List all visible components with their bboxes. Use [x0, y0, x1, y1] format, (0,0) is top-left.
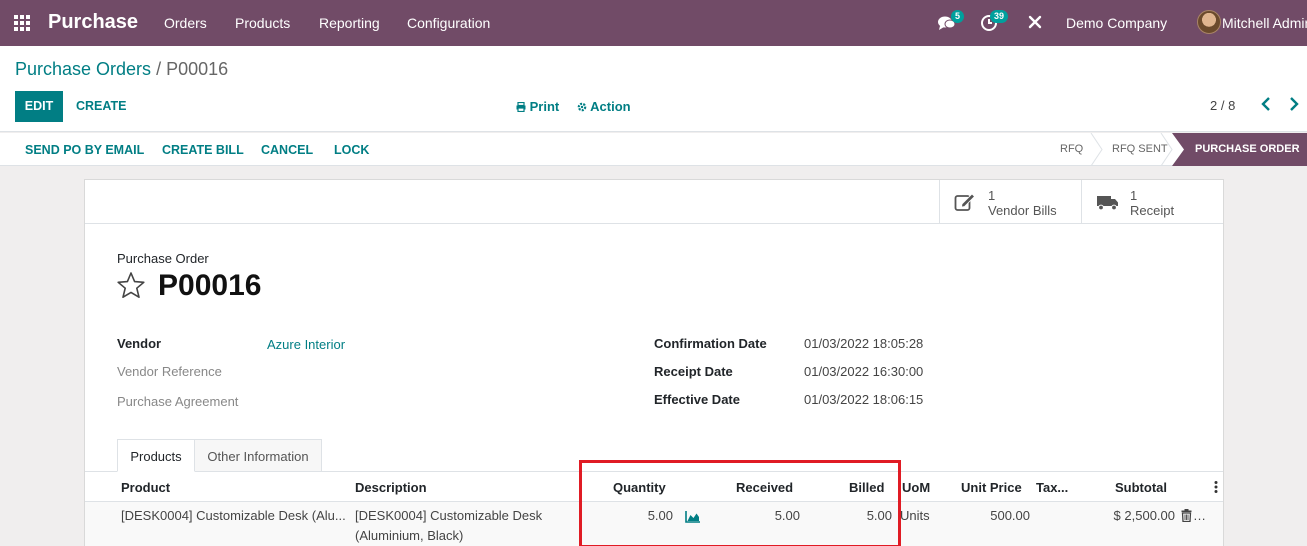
chevron-left-icon: [1261, 97, 1270, 111]
tab-products[interactable]: Products: [117, 439, 195, 472]
tools-icon: [1028, 15, 1042, 29]
messages-badge: 5: [951, 10, 965, 23]
menu-orders[interactable]: Orders: [164, 15, 207, 31]
column-uom[interactable]: UoM: [902, 480, 930, 495]
receipt-date-value: 01/03/2022 16:30:00: [804, 364, 924, 379]
stage-purchase-order[interactable]: PURCHASE ORDER: [1172, 133, 1307, 166]
vendor-link[interactable]: Azure Interior: [267, 337, 345, 352]
vendor-bills-label: Vendor Bills: [988, 203, 1057, 218]
pager-next-button[interactable]: [1289, 97, 1299, 115]
vendor-bills-smart-button[interactable]: 1 Vendor Bills: [939, 180, 1081, 224]
star-icon[interactable]: [116, 271, 146, 299]
app-name[interactable]: Purchase: [48, 11, 138, 34]
breadcrumb-current: P00016: [166, 59, 229, 79]
top-navbar: Purchase Orders Products Reporting Confi…: [0, 0, 1307, 46]
confirmation-date-label: Confirmation Date: [654, 336, 767, 351]
cancel-button[interactable]: CANCEL: [261, 143, 313, 157]
row-uom[interactable]: Units: [900, 508, 930, 523]
row-subtotal: $ 2,500.00: [1113, 508, 1175, 523]
column-unit-price[interactable]: Unit Price: [961, 480, 1022, 495]
user-avatar[interactable]: [1197, 10, 1221, 34]
menu-configuration[interactable]: Configuration: [407, 15, 490, 31]
purchase-agreement-label: Purchase Agreement: [117, 394, 239, 409]
breadcrumb-purchase-orders[interactable]: Purchase Orders: [15, 59, 151, 79]
confirmation-date-value: 01/03/2022 18:05:28: [804, 336, 924, 351]
company-switcher[interactable]: Demo Company: [1066, 15, 1167, 31]
create-bill-button[interactable]: CREATE BILL: [162, 143, 244, 157]
stage-rfq[interactable]: RFQ: [1060, 143, 1083, 155]
vendor-label: Vendor: [117, 336, 162, 351]
highlight-box: [579, 460, 901, 546]
column-taxes[interactable]: Tax...: [1036, 480, 1068, 495]
status-bar: SEND PO BY EMAIL CREATE BILL CANCEL LOCK…: [0, 133, 1307, 166]
action-label: Action: [590, 99, 631, 114]
truck-icon: [1097, 196, 1118, 211]
receipt-smart-button[interactable]: 1 Receipt: [1081, 180, 1223, 224]
chevron-right-icon: [1290, 97, 1299, 111]
stage-separator: [1090, 133, 1103, 166]
breadcrumb-separator: /: [156, 59, 162, 79]
column-product[interactable]: Product: [121, 480, 170, 495]
column-description[interactable]: Description: [355, 480, 427, 495]
pager-previous-button[interactable]: [1261, 97, 1271, 115]
row-description-line2[interactable]: (Aluminium, Black): [355, 528, 463, 543]
row-trash-overflow: …: [1193, 508, 1206, 523]
create-button[interactable]: CREATE: [76, 99, 126, 113]
column-subtotal[interactable]: Subtotal: [1115, 480, 1167, 495]
menu-products[interactable]: Products: [235, 15, 290, 31]
pager-value[interactable]: 2 / 8: [1210, 98, 1235, 113]
gear-icon: [577, 102, 587, 112]
action-dropdown[interactable]: Action: [577, 99, 631, 114]
debug-tools-button[interactable]: [1027, 14, 1043, 33]
lock-button[interactable]: LOCK: [334, 143, 369, 157]
row-description-line1[interactable]: [DESK0004] Customizable Desk: [355, 508, 542, 523]
effective-date-value: 01/03/2022 18:06:15: [804, 392, 924, 407]
stage-separator: [1160, 133, 1173, 166]
receipt-date-label: Receipt Date: [654, 364, 733, 379]
user-menu[interactable]: Mitchell Admin: [1222, 15, 1307, 31]
row-unit-price[interactable]: 500.00: [970, 508, 1030, 523]
effective-date-label: Effective Date: [654, 392, 740, 407]
vendor-bills-count: 1: [988, 188, 996, 203]
messages-button[interactable]: 5: [937, 10, 965, 36]
activities-badge: 39: [990, 10, 1009, 23]
app-grid-icon[interactable]: [14, 15, 32, 31]
breadcrumb: Purchase Orders / P00016: [15, 59, 228, 80]
activities-button[interactable]: 39: [980, 10, 1009, 34]
control-panel: Purchase Orders / P00016 EDIT CREATE Pri…: [0, 46, 1307, 132]
receipt-label: Receipt: [1130, 203, 1175, 218]
vendor-reference-label: Vendor Reference: [117, 364, 222, 379]
optional-columns-icon[interactable]: [1213, 480, 1219, 494]
pencil-square-icon: [954, 193, 976, 211]
order-number: P00016: [158, 269, 262, 302]
purchase-order-label: Purchase Order: [117, 251, 209, 266]
row-product[interactable]: [DESK0004] Customizable Desk (Alu...: [121, 508, 346, 523]
smart-button-box: 1 Vendor Bills 1 Receipt: [85, 180, 1223, 224]
receipt-count: 1: [1130, 188, 1138, 203]
edit-button[interactable]: EDIT: [15, 91, 63, 122]
menu-reporting[interactable]: Reporting: [319, 15, 380, 31]
tab-other-information[interactable]: Other Information: [195, 439, 322, 472]
trash-icon[interactable]: [1181, 509, 1192, 522]
print-icon: [516, 101, 526, 113]
print-label: Print: [529, 99, 560, 114]
send-po-by-email-button[interactable]: SEND PO BY EMAIL: [25, 143, 144, 157]
print-dropdown[interactable]: Print: [516, 99, 559, 114]
